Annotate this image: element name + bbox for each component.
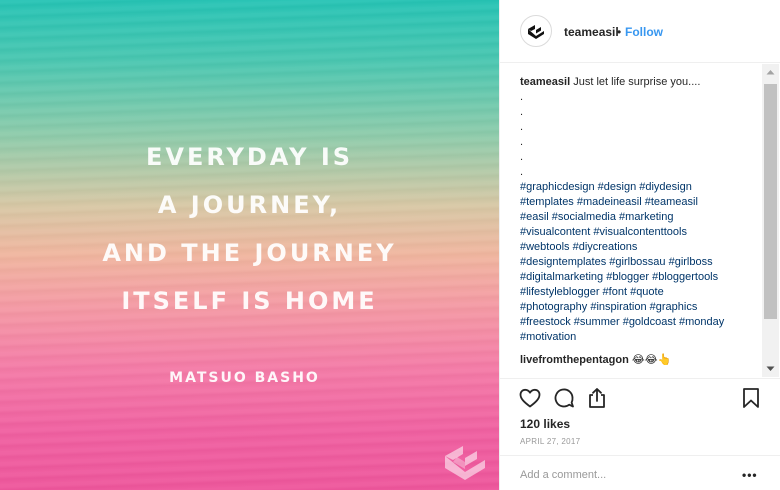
hashtag-line[interactable]: #digitalmarketing #blogger #bloggertools <box>520 270 756 285</box>
easil-logo-icon <box>528 25 544 39</box>
scrollbar-thumb[interactable] <box>764 84 777 319</box>
caption-text: Just let life surprise you.... <box>573 76 701 88</box>
comment-text: 😂😂👆 <box>631 354 672 366</box>
caption-dot: . <box>520 121 524 133</box>
quote-line: EVERYDAY IS <box>145 143 354 171</box>
comment-username[interactable]: livefromthepentagon <box>520 354 629 366</box>
share-icon[interactable] <box>585 386 609 410</box>
add-comment-input[interactable] <box>520 466 730 484</box>
post-image[interactable]: EVERYDAY IS A JOURNEY, AND THE JOURNEY I… <box>0 0 499 490</box>
caption: teameasil Just let life surprise you....… <box>520 75 756 368</box>
hashtag-line[interactable]: #visualcontent #visualcontenttools <box>520 225 756 240</box>
bookmark-icon[interactable] <box>739 386 763 410</box>
caption-dot: . <box>520 136 524 148</box>
quote-author: MATSUO BASHO <box>169 370 320 386</box>
post-date: APRIL 27, 2017 <box>520 437 581 446</box>
post-header: teameasil • Follow <box>500 0 780 63</box>
hashtag-line[interactable]: #photography #inspiration #graphics <box>520 300 756 315</box>
avatar[interactable] <box>520 15 552 47</box>
caption-dot: . <box>520 106 524 118</box>
header-username[interactable]: teameasil <box>564 25 619 39</box>
comment-item: livefromthepentagon 😂😂👆 <box>520 353 756 368</box>
hashtag-line[interactable]: #graphicdesign #design #diydesign <box>520 180 756 195</box>
easil-logo-icon <box>445 446 485 480</box>
comment-icon[interactable] <box>552 386 576 410</box>
quote-text: EVERYDAY IS A JOURNEY, AND THE JOURNEY I… <box>0 133 499 325</box>
hashtag-line[interactable]: #webtools #diycreations <box>520 240 756 255</box>
caption-dot: . <box>520 91 524 103</box>
more-options-button[interactable]: ••• <box>742 468 758 482</box>
hashtag-line[interactable]: #freestock #summer #goldcoast #monday <box>520 315 756 330</box>
add-comment-section: ••• <box>500 455 780 490</box>
header-separator: • <box>617 25 622 39</box>
caption-dot: . <box>520 166 524 178</box>
caption-dot: . <box>520 151 524 163</box>
hashtag-line[interactable]: #designtemplates #girlbossau #girlboss <box>520 255 756 270</box>
caption-username[interactable]: teameasil <box>520 76 570 88</box>
scroll-down-arrow-icon[interactable] <box>762 360 779 377</box>
hashtag-line[interactable]: #lifestyleblogger #font #quote <box>520 285 756 300</box>
post-detail-panel: teameasil • Follow teameasil Just let li… <box>499 0 780 490</box>
comments-list[interactable]: teameasil Just let life surprise you....… <box>500 64 780 377</box>
quote-line: AND THE JOURNEY <box>102 239 397 267</box>
hashtag-line[interactable]: #templates #madeineasil #teameasil <box>520 195 756 210</box>
scroll-up-arrow-icon[interactable] <box>762 64 779 81</box>
comments-scrollbar[interactable] <box>762 64 779 377</box>
quote-line: A JOURNEY, <box>157 191 342 219</box>
post-actions: 120 likes APRIL 27, 2017 ••• <box>500 378 780 490</box>
hashtags: #graphicdesign #design #diydesign #templ… <box>520 180 756 345</box>
likes-count[interactable]: 120 likes <box>520 417 570 431</box>
quote-line: ITSELF IS HOME <box>121 287 378 315</box>
heart-icon[interactable] <box>518 386 542 410</box>
hashtag-line[interactable]: #easil #socialmedia #marketing <box>520 210 756 225</box>
follow-button[interactable]: Follow <box>625 25 663 39</box>
hashtag-line[interactable]: #motivation <box>520 330 756 345</box>
